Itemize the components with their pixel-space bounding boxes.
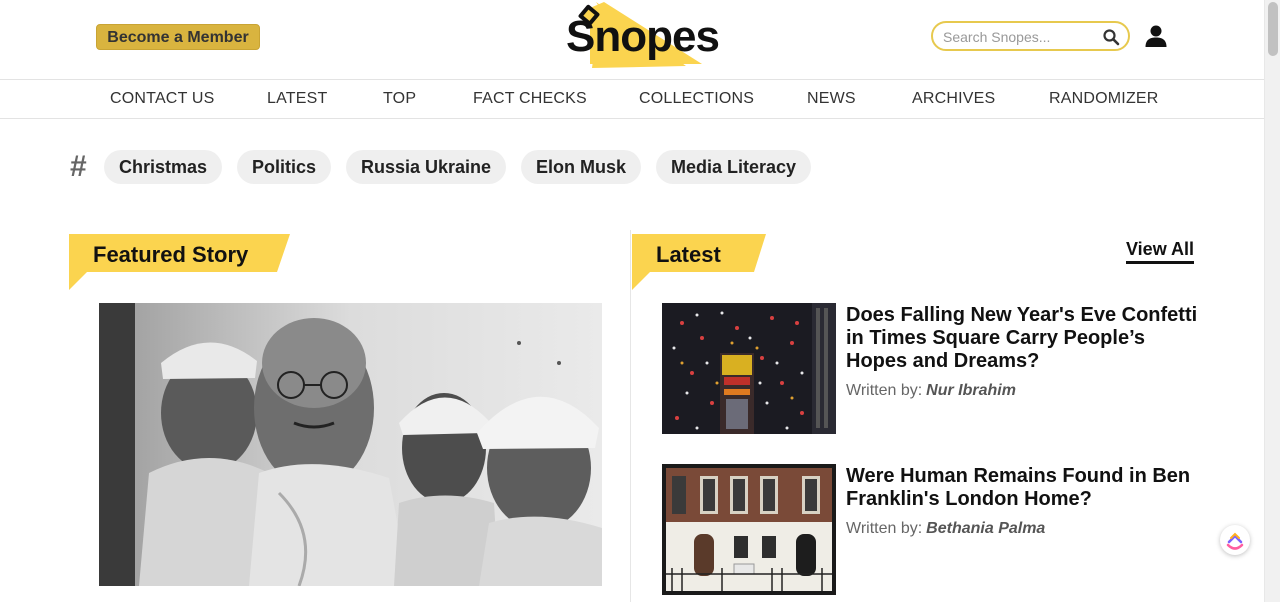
become-member-button[interactable]: Become a Member [96, 24, 260, 50]
written-by-label: Written by: [846, 382, 923, 399]
page-scrollbar[interactable] [1264, 0, 1280, 602]
featured-story-title: Featured Story [93, 242, 249, 267]
scrollbar-thumb[interactable] [1268, 2, 1278, 56]
tag-christmas[interactable]: Christmas [104, 150, 223, 184]
latest-heading: Latest [632, 234, 767, 291]
nav-fact-checks[interactable]: FACT CHECKS [473, 90, 587, 108]
article-title[interactable]: Were Human Remains Found in Ben Franklin… [846, 465, 1206, 511]
tag-russia-ukraine[interactable]: Russia Ukraine [346, 150, 507, 184]
site-header: Become a Member Snopes [0, 0, 1264, 80]
search-icon[interactable] [1102, 28, 1120, 46]
snopes-logo[interactable]: Snopes [562, 2, 720, 72]
latest-title: Latest [656, 242, 721, 267]
logo-wordmark: Snopes [566, 12, 720, 61]
author-link[interactable]: Nur Ibrahim [926, 382, 1016, 399]
article-thumbnail-times-square[interactable] [662, 303, 836, 434]
nav-latest[interactable]: LATEST [267, 90, 327, 108]
tag-media-literacy[interactable]: Media Literacy [656, 150, 812, 184]
article-byline: Written by: Nur Ibrahim [846, 382, 1016, 400]
clickup-icon [1226, 532, 1244, 550]
featured-story-heading: Featured Story [69, 234, 291, 291]
view-all-link[interactable]: View All [1126, 239, 1195, 264]
article-title[interactable]: Does Falling New Year's Eve Confetti in … [846, 304, 1206, 373]
column-divider [630, 230, 631, 602]
main-nav: CONTACT US LATEST TOP FACT CHECKS COLLEC… [0, 80, 1264, 119]
nav-archives[interactable]: ARCHIVES [912, 90, 995, 108]
tag-politics[interactable]: Politics [237, 150, 332, 184]
written-by-label: Written by: [846, 520, 923, 537]
tag-elon-musk[interactable]: Elon Musk [521, 150, 642, 184]
nav-randomizer[interactable]: RANDOMIZER [1049, 90, 1159, 108]
search-box[interactable] [931, 21, 1130, 51]
nav-top[interactable]: TOP [383, 90, 416, 108]
article-thumbnail-franklin-house[interactable] [662, 464, 836, 595]
search-input[interactable] [943, 27, 1093, 47]
franklin-house-photo [662, 464, 836, 595]
author-link[interactable]: Bethania Palma [926, 520, 1045, 537]
nav-collections[interactable]: COLLECTIONS [639, 90, 754, 108]
featured-story-image[interactable] [99, 303, 602, 586]
featured-photo-graphic [99, 303, 602, 586]
article-byline: Written by: Bethania Palma [846, 520, 1045, 538]
times-square-photo [662, 303, 836, 434]
floating-widget-button[interactable] [1220, 525, 1250, 555]
nav-contact-us[interactable]: CONTACT US [110, 90, 215, 108]
hashtag-icon: # [70, 150, 87, 183]
user-account-icon[interactable] [1144, 24, 1168, 48]
nav-news[interactable]: NEWS [807, 90, 856, 108]
